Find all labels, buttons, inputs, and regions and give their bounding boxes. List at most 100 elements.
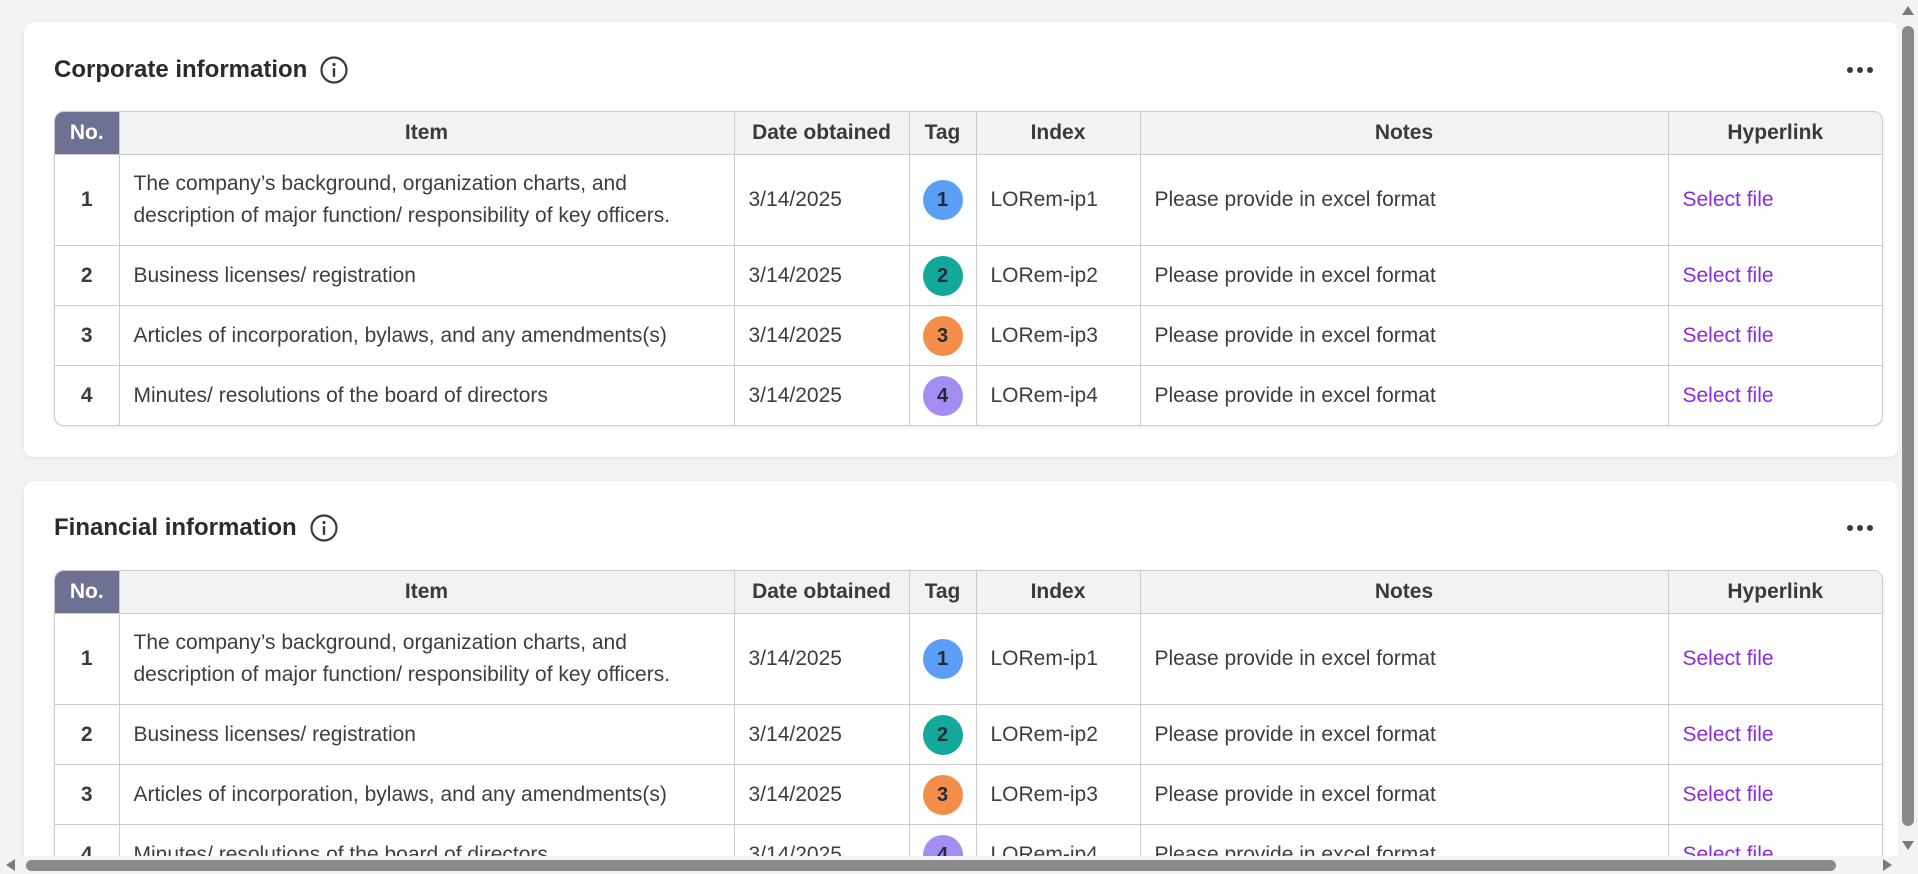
scroll-right-arrow-icon[interactable]	[1883, 859, 1892, 871]
column-header-date[interactable]: Date obtained	[734, 112, 910, 155]
table-header-row: No. Item Date obtained Tag Index Notes H…	[55, 112, 1882, 155]
row-hyperlink: Select file	[1668, 366, 1882, 426]
table-row: 4 Minutes/ resolutions of the board of d…	[55, 824, 1882, 857]
column-header-notes[interactable]: Notes	[1140, 571, 1669, 614]
row-index: LORem-ip1	[976, 154, 1141, 246]
row-date: 3/14/2025	[734, 613, 910, 705]
row-tag: 2	[909, 245, 977, 306]
table-row: 3 Articles of incorporation, bylaws, and…	[55, 764, 1882, 825]
row-notes: Please provide in excel format	[1140, 305, 1669, 366]
horizontal-scrollbar[interactable]	[0, 856, 1898, 874]
column-header-item[interactable]: Item	[119, 571, 735, 614]
row-tag: 1	[909, 154, 977, 246]
row-date: 3/14/2025	[734, 305, 910, 366]
scroll-up-arrow-icon[interactable]	[1902, 6, 1914, 15]
row-hyperlink: Select file	[1668, 704, 1882, 765]
row-notes: Please provide in excel format	[1140, 154, 1669, 246]
column-header-no[interactable]: No.	[55, 112, 120, 155]
row-notes: Please provide in excel format	[1140, 613, 1669, 705]
vertical-scroll-thumb[interactable]	[1902, 26, 1914, 826]
tag-badge: 3	[922, 774, 963, 815]
row-item: Business licenses/ registration	[119, 704, 735, 765]
more-options-button[interactable]	[1842, 516, 1878, 540]
info-icon[interactable]	[309, 513, 339, 543]
row-date: 3/14/2025	[734, 704, 910, 765]
tag-badge: 1	[922, 639, 963, 679]
table-header-row: No. Item Date obtained Tag Index Notes H…	[55, 571, 1882, 614]
horizontal-scroll-thumb[interactable]	[26, 860, 1836, 871]
row-index: LORem-ip3	[976, 764, 1141, 825]
row-tag: 3	[909, 764, 977, 825]
table-row: 1 The company’s background, organization…	[55, 613, 1882, 705]
row-hyperlink: Select file	[1668, 154, 1882, 246]
select-file-link[interactable]: Select file	[1683, 647, 1774, 670]
row-notes: Please provide in excel format	[1140, 704, 1669, 765]
tag-badge: 2	[922, 714, 963, 755]
row-tag: 1	[909, 613, 977, 705]
card-header: Corporate information	[54, 52, 349, 88]
row-hyperlink: Select file	[1668, 613, 1882, 705]
more-options-button[interactable]	[1842, 58, 1878, 82]
select-file-link[interactable]: Select file	[1683, 188, 1774, 211]
scrollbar-corner	[1898, 856, 1918, 874]
row-index: LORem-ip4	[976, 824, 1141, 856]
column-header-hyperlink[interactable]: Hyperlink	[1668, 112, 1882, 155]
row-date: 3/14/2025	[734, 245, 910, 306]
page-viewport: Corporate information No. Item Date obta…	[0, 0, 1898, 856]
column-header-tag[interactable]: Tag	[909, 571, 977, 614]
scroll-down-arrow-icon[interactable]	[1902, 841, 1914, 850]
column-header-item[interactable]: Item	[119, 112, 735, 155]
row-hyperlink: Select file	[1668, 764, 1882, 825]
row-index: LORem-ip4	[976, 365, 1141, 425]
select-file-link[interactable]: Select file	[1683, 384, 1774, 407]
row-number: 2	[55, 245, 120, 306]
row-item: Business licenses/ registration	[119, 245, 735, 306]
row-number: 4	[55, 824, 120, 856]
financial-information-card: Financial information No. Item Date obta…	[24, 481, 1898, 856]
select-file-link[interactable]: Select file	[1683, 843, 1774, 857]
table-row: 3 Articles of incorporation, bylaws, and…	[55, 305, 1882, 366]
table-row: 4 Minutes/ resolutions of the board of d…	[55, 365, 1882, 426]
column-header-date[interactable]: Date obtained	[734, 571, 910, 614]
column-header-hyperlink[interactable]: Hyperlink	[1668, 571, 1882, 614]
column-header-index[interactable]: Index	[976, 112, 1141, 155]
more-horizontal-icon	[1847, 525, 1873, 531]
scroll-left-arrow-icon[interactable]	[6, 859, 15, 871]
row-item: Minutes/ resolutions of the board of dir…	[119, 365, 735, 425]
row-date: 3/14/2025	[734, 764, 910, 825]
more-horizontal-icon	[1847, 67, 1873, 73]
tag-badge: 3	[922, 315, 963, 356]
vertical-scrollbar[interactable]	[1898, 0, 1918, 856]
row-notes: Please provide in excel format	[1140, 764, 1669, 825]
column-header-no[interactable]: No.	[55, 571, 120, 614]
select-file-link[interactable]: Select file	[1683, 783, 1774, 806]
row-hyperlink: Select file	[1668, 305, 1882, 366]
select-file-link[interactable]: Select file	[1683, 264, 1774, 287]
select-file-link[interactable]: Select file	[1683, 324, 1774, 347]
row-number: 2	[55, 704, 120, 765]
row-hyperlink: Select file	[1668, 245, 1882, 306]
row-item: The company’s background, organization c…	[119, 154, 735, 246]
row-number: 4	[55, 365, 120, 425]
row-tag: 4	[909, 365, 977, 425]
row-date: 3/14/2025	[734, 824, 910, 856]
row-item: Articles of incorporation, bylaws, and a…	[119, 305, 735, 366]
financial-information-table: No. Item Date obtained Tag Index Notes H…	[54, 570, 1883, 856]
row-number: 3	[55, 305, 120, 366]
row-hyperlink: Select file	[1668, 825, 1882, 857]
column-header-tag[interactable]: Tag	[909, 112, 977, 155]
column-header-index[interactable]: Index	[976, 571, 1141, 614]
table-row: 2 Business licenses/ registration 3/14/2…	[55, 704, 1882, 765]
row-number: 3	[55, 764, 120, 825]
card-title: Corporate information	[54, 56, 308, 83]
info-icon[interactable]	[319, 55, 349, 85]
row-tag: 2	[909, 704, 977, 765]
corporate-information-table: No. Item Date obtained Tag Index Notes H…	[54, 111, 1883, 426]
row-notes: Please provide in excel format	[1140, 245, 1669, 306]
column-header-notes[interactable]: Notes	[1140, 112, 1669, 155]
row-index: LORem-ip3	[976, 305, 1141, 366]
row-item: Minutes/ resolutions of the board of dir…	[119, 824, 735, 856]
row-date: 3/14/2025	[734, 365, 910, 425]
row-number: 1	[55, 154, 120, 246]
select-file-link[interactable]: Select file	[1683, 723, 1774, 746]
